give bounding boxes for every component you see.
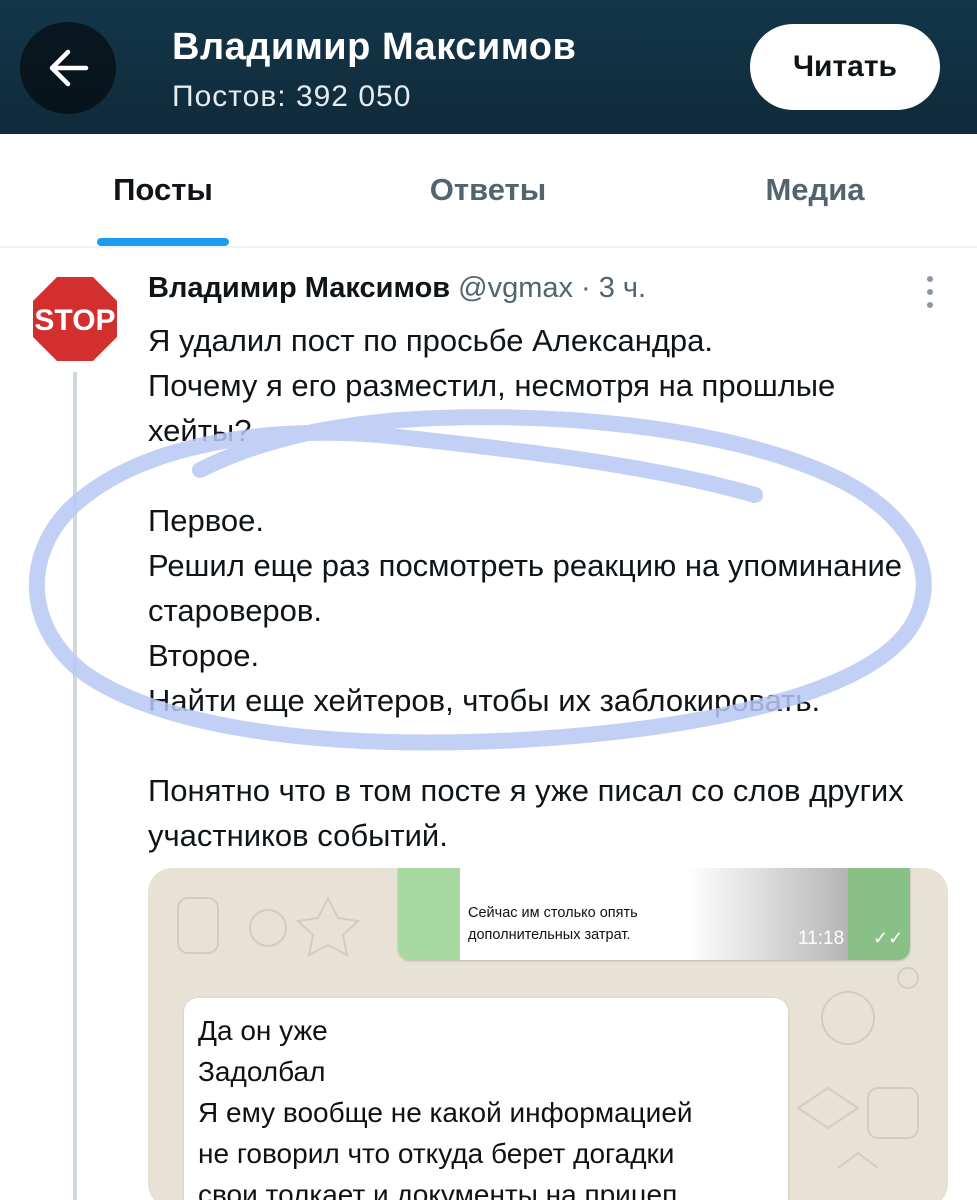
avatar[interactable]: STOP (28, 272, 122, 366)
incoming-message-text: Да он уже Задолбал Я ему вообще не какой… (198, 1015, 693, 1200)
post-author[interactable]: Владимир Максимов (148, 272, 450, 304)
tab-posts[interactable]: Посты (60, 134, 266, 246)
tab-media[interactable]: Медиа (712, 134, 918, 246)
back-button[interactable] (20, 22, 116, 114)
message-time: 11:18 (798, 928, 845, 949)
post-line: Решил еще раз посмотреть реакцию на упом… (148, 548, 903, 628)
post-line: Понятно что в том посте я уже писал со с… (148, 773, 904, 853)
post-count: Постов: 392 050 (172, 80, 412, 113)
outgoing-message: Сейчас им столько опять дополнительных з… (398, 868, 910, 960)
post-handle-time: @vgmax · 3 ч. (458, 272, 647, 304)
stop-sign-icon: STOP (30, 274, 120, 364)
thread-line (73, 372, 77, 1200)
more-options-icon[interactable] (915, 272, 945, 312)
post-line: Найти еще хейтеров, чтобы их заблокирова… (148, 683, 821, 718)
tab-replies[interactable]: Ответы (385, 134, 591, 246)
arrow-left-icon (49, 49, 89, 87)
incoming-message: Да он уже Задолбал Я ему вообще не какой… (184, 998, 788, 1200)
post-line: Первое. (148, 503, 264, 538)
post-line: Второе. (148, 638, 260, 673)
post-line: Я удалил пост по просьбе Александра. (148, 323, 714, 358)
follow-button[interactable]: Читать (750, 24, 940, 110)
outgoing-message-text: Сейчас им столько опять дополнительных з… (468, 905, 638, 943)
post-text: Я удалил пост по просьбе Александра. Поч… (148, 318, 928, 858)
active-tab-indicator (97, 238, 229, 246)
avatar-text: STOP (34, 304, 115, 337)
post-media-image[interactable]: Сейчас им столько опять дополнительных з… (148, 868, 948, 1200)
post-line: Почему я его разместил, несмотря на прош… (148, 368, 836, 448)
profile-header: Владимир Максимов Постов: 392 050 Читать (0, 0, 977, 134)
profile-name: Владимир Максимов (172, 26, 577, 68)
profile-tabs: Посты Ответы Медиа (0, 134, 977, 248)
post-header: Владимир Максимов @vgmax · 3 ч. (148, 272, 646, 305)
double-check-icon: ✓✓ (873, 928, 904, 948)
